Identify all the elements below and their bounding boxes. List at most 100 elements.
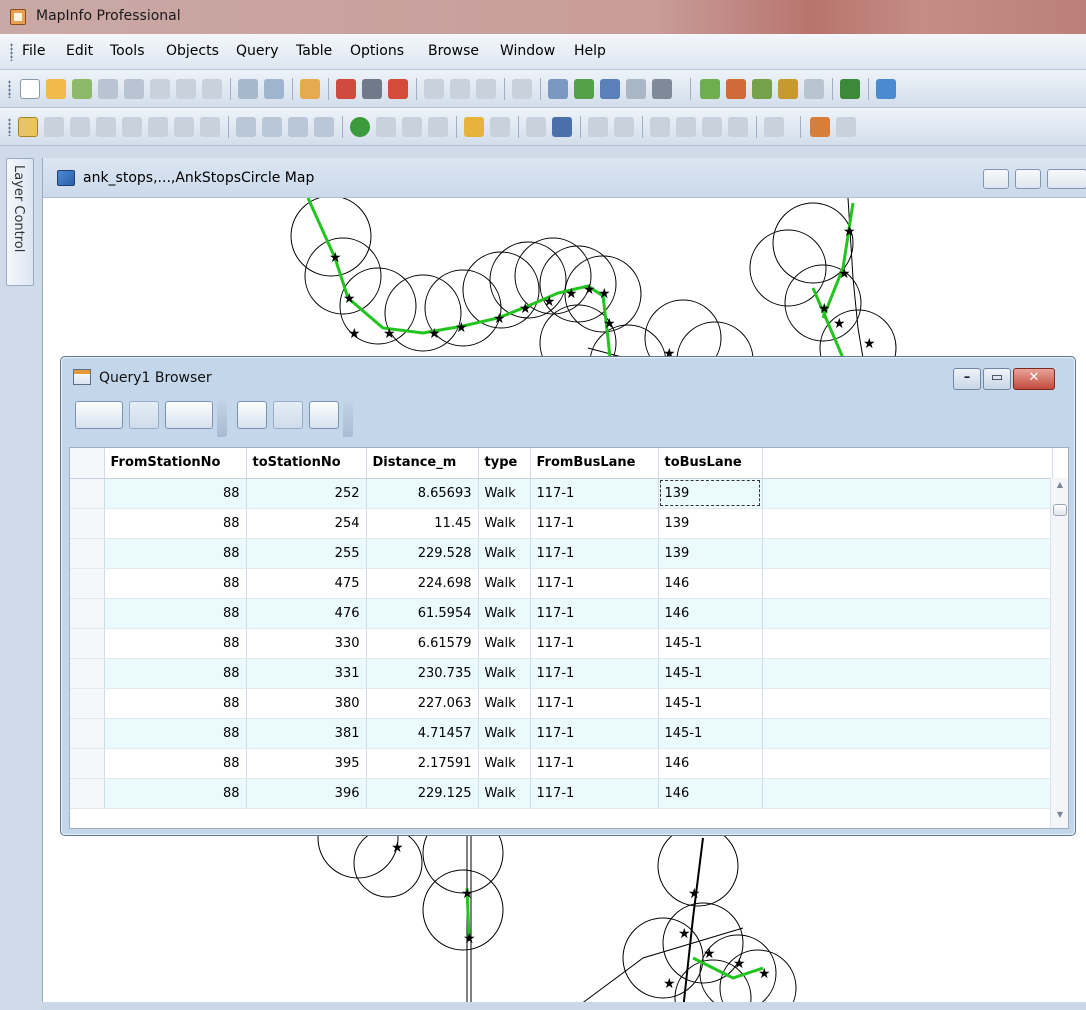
drag-window-icon[interactable] [428, 117, 448, 137]
table-row[interactable]: 88 330 6.61579 Walk 117-1 145-1 [70, 628, 1053, 659]
hotlink-icon[interactable] [376, 117, 396, 137]
menu-objects[interactable]: Objects [166, 43, 219, 59]
drawing-tools-icon[interactable] [810, 117, 830, 137]
table-cell-distance_m[interactable]: 2.17591 [366, 748, 479, 779]
table-cell-fromstationno[interactable]: 88 [104, 478, 247, 509]
table-cell-type[interactable]: Walk [478, 688, 531, 719]
menu-tools[interactable]: Tools [110, 43, 145, 59]
menu-file[interactable]: File [22, 43, 45, 59]
scale-bar-icon[interactable] [702, 117, 722, 137]
info-icon[interactable] [350, 117, 370, 137]
table-cell-type[interactable]: Walk [478, 718, 531, 749]
new-redistrict-icon[interactable] [652, 79, 672, 99]
table-cell-frombuslane[interactable]: 117-1 [530, 478, 659, 509]
table-cell-tostationno[interactable]: 395 [246, 748, 367, 779]
statistics-sum-icon[interactable] [552, 117, 572, 137]
table-cell-fromstationno[interactable]: 88 [104, 598, 247, 629]
polygon-select-icon[interactable] [96, 117, 116, 137]
new-record-icon[interactable] [273, 401, 303, 429]
table-cell-tostationno[interactable]: 380 [246, 688, 367, 719]
row-header[interactable] [70, 778, 105, 809]
table-cell-fromstationno[interactable]: 88 [104, 658, 247, 689]
map-close-button[interactable] [1047, 169, 1086, 189]
table-cell-fromstationno[interactable]: 88 [104, 688, 247, 719]
menu-window[interactable]: Window [500, 43, 555, 59]
cut-icon[interactable] [424, 79, 444, 99]
table-cell-type[interactable]: Walk [478, 508, 531, 539]
find-icon[interactable] [176, 79, 196, 99]
layer-control-icon[interactable] [700, 79, 720, 99]
new-grapher-icon[interactable] [600, 79, 620, 99]
find-selection-icon[interactable] [202, 79, 222, 99]
pan-hand-icon[interactable] [314, 117, 334, 137]
new-mapper-icon[interactable] [574, 79, 594, 99]
table-cell-type[interactable]: Walk [478, 538, 531, 569]
table-row[interactable]: 88 475 224.698 Walk 117-1 146 [70, 568, 1053, 599]
pick-fields-icon[interactable] [309, 401, 339, 429]
table-cell-frombuslane[interactable]: 117-1 [530, 598, 659, 629]
zoom-in-icon[interactable] [236, 117, 256, 137]
column-header-fromstationno[interactable]: FromStationNo [104, 448, 247, 479]
table-cell-type[interactable]: Walk [478, 778, 531, 809]
table-cell-type[interactable]: Walk [478, 598, 531, 629]
table-cell-tobuslane[interactable]: 145-1 [658, 628, 763, 659]
table-cell-distance_m[interactable]: 61.5954 [366, 598, 479, 629]
open-dbms-icon[interactable] [264, 79, 284, 99]
row-header[interactable] [70, 568, 105, 599]
import-icon[interactable] [300, 79, 320, 99]
menu-options[interactable]: Options [350, 43, 404, 59]
table-row[interactable]: 88 476 61.5954 Walk 117-1 146 [70, 598, 1053, 629]
table-cell-frombuslane[interactable]: 117-1 [530, 718, 659, 749]
scroll-up-arrow-icon[interactable]: ▲ [1051, 480, 1068, 496]
undo-icon[interactable] [512, 79, 532, 99]
table-cell-distance_m[interactable]: 6.61579 [366, 628, 479, 659]
zoom-out-icon[interactable] [262, 117, 282, 137]
toolbar2-grip-handle[interactable] [8, 118, 11, 136]
row-header[interactable] [70, 598, 105, 629]
map-minimize-button[interactable] [983, 169, 1009, 189]
copy-icon[interactable] [450, 79, 470, 99]
table-row[interactable]: 88 254 11.45 Walk 117-1 139 [70, 508, 1053, 539]
table-cell-tostationno[interactable]: 254 [246, 508, 367, 539]
table-row[interactable]: 88 380 227.063 Walk 117-1 145-1 [70, 688, 1053, 719]
table-cell-tostationno[interactable]: 331 [246, 658, 367, 689]
invert-selection-icon[interactable] [174, 117, 194, 137]
table-cell-tobuslane[interactable]: 145-1 [658, 718, 763, 749]
table-cell-tostationno[interactable]: 252 [246, 478, 367, 509]
font-style-icon[interactable] [237, 401, 267, 429]
graph-select-icon[interactable] [200, 117, 220, 137]
table-cell-type[interactable]: Walk [478, 748, 531, 779]
toolbar-grip-handle-right[interactable] [343, 401, 353, 437]
table-cell-tobuslane[interactable]: 139 [658, 508, 763, 539]
table-cell-distance_m[interactable]: 8.65693 [366, 478, 479, 509]
table-cell-distance_m[interactable]: 230.735 [366, 658, 479, 689]
help-icon[interactable] [840, 79, 860, 99]
table-row[interactable]: 88 252 8.65693 Walk 117-1 139 [70, 478, 1053, 509]
mapinfo-app-icon[interactable] [10, 9, 26, 25]
select-pointer-icon[interactable] [165, 401, 213, 429]
table-cell-tostationno[interactable]: 476 [246, 598, 367, 629]
toolbar-grip-handle[interactable] [8, 80, 11, 98]
table-cell-tostationno[interactable]: 255 [246, 538, 367, 569]
set-clip-icon[interactable] [614, 117, 634, 137]
print-preview-icon[interactable] [388, 79, 408, 99]
table-cell-distance_m[interactable]: 229.125 [366, 778, 479, 809]
column-header-distance[interactable]: Distance_m [366, 448, 479, 479]
column-header-frombuslane[interactable]: FromBusLane [530, 448, 659, 479]
layout-icon[interactable] [728, 117, 748, 137]
browser-grid[interactable]: FromStationNo toStationNo Distance_m typ… [69, 447, 1069, 829]
table-row[interactable]: 88 395 2.17591 Walk 117-1 146 [70, 748, 1053, 779]
new-table-icon[interactable] [20, 79, 40, 99]
save-copy-icon[interactable] [124, 79, 144, 99]
table-row[interactable]: 88 255 229.528 Walk 117-1 139 [70, 538, 1053, 569]
column-header-type[interactable]: type [478, 448, 531, 479]
table-cell-fromstationno[interactable]: 88 [104, 568, 247, 599]
menu-help[interactable]: Help [574, 43, 606, 59]
menu-browse[interactable]: Browse [428, 43, 479, 59]
layer-control-icon-2[interactable] [464, 117, 484, 137]
refresh-icon[interactable] [129, 401, 159, 429]
column-header-tobuslane[interactable]: toBusLane [658, 448, 763, 479]
more-tools-icon[interactable] [836, 117, 856, 137]
label-tool-icon[interactable] [402, 117, 422, 137]
table-cell-frombuslane[interactable]: 117-1 [530, 778, 659, 809]
